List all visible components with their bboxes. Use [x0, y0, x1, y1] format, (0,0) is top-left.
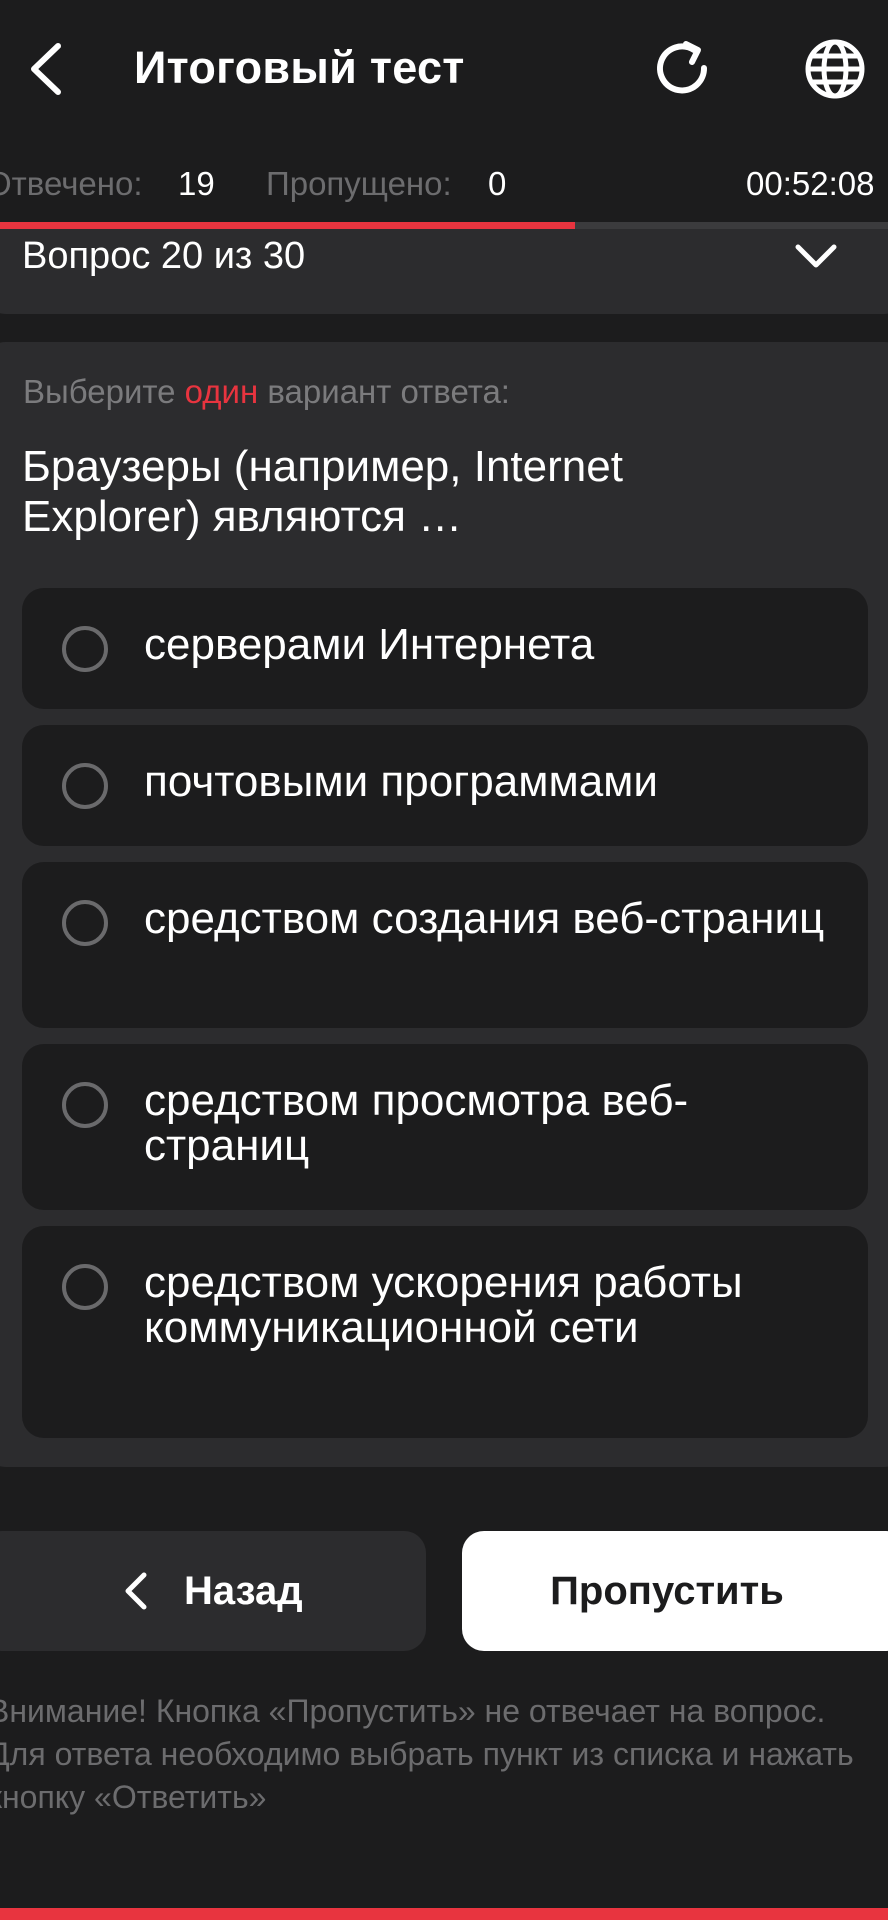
chevron-left-icon[interactable] [24, 38, 72, 100]
question-selector[interactable]: Вопрос 20 из 30 [0, 229, 888, 314]
skipped-count: 0 [488, 165, 507, 202]
back-button[interactable]: Назад [0, 1531, 426, 1651]
option-label: средством ускорения работы коммуникацион… [144, 1258, 743, 1352]
test-stats: Отвечено: 19 Пропущено: 0 00:52:08 [0, 160, 888, 208]
refresh-icon[interactable] [652, 38, 716, 102]
answer-option[interactable]: серверами Интернета [22, 588, 868, 709]
answer-option[interactable]: средством создания веб-страниц [22, 862, 868, 1028]
question-text: Браузеры (например, Internet Explorer) я… [22, 442, 623, 541]
radio-button-icon[interactable] [62, 1264, 108, 1310]
timer: 00:52:08 [746, 165, 875, 202]
option-label: серверами Интернета [144, 620, 595, 669]
back-button-label: Назад [184, 1569, 303, 1613]
skip-button-label: Пропустить [550, 1569, 784, 1613]
answer-option[interactable]: средством просмотра веб-страниц [22, 1044, 868, 1210]
answer-option[interactable]: средством ускорения работы коммуникацион… [22, 1226, 868, 1438]
instruction-suffix: вариант ответа: [258, 373, 510, 410]
bottom-accent-bar [0, 1908, 888, 1920]
progress-bar [0, 222, 888, 229]
chevron-left-icon [122, 1571, 152, 1611]
question-card: Выберите один вариант ответа: Браузеры (… [0, 342, 888, 1467]
progress-fill [0, 222, 575, 229]
answer-instruction: Выберите один вариант ответа: [23, 368, 510, 416]
radio-button-icon[interactable] [62, 900, 108, 946]
app-header: Итоговый тест [0, 0, 888, 140]
radio-button-icon[interactable] [62, 1082, 108, 1128]
instruction-accent: один [184, 373, 259, 410]
option-label: средством создания веб-страниц [144, 894, 825, 943]
skip-notice: Внимание! Кнопка «Пропустить» не отвечае… [0, 1693, 854, 1815]
globe-icon[interactable] [802, 36, 868, 102]
answered-label: Отвечено: [0, 165, 143, 202]
option-label: почтовыми программами [144, 757, 658, 806]
question-counter: Вопрос 20 из 30 [22, 235, 306, 277]
page-title: Итоговый тест [134, 42, 465, 93]
skip-button[interactable]: Пропустить [462, 1531, 888, 1651]
radio-button-icon[interactable] [62, 626, 108, 672]
answered-count: 19 [178, 165, 215, 202]
option-label: средством просмотра веб-страниц [144, 1076, 689, 1170]
answer-options: серверами Интернета почтовыми программам… [22, 588, 868, 1454]
chevron-down-icon [792, 237, 840, 277]
skipped-label: Пропущено: [266, 165, 452, 202]
radio-button-icon[interactable] [62, 763, 108, 809]
answer-option[interactable]: почтовыми программами [22, 725, 868, 846]
instruction-prefix: Выберите [23, 373, 185, 410]
